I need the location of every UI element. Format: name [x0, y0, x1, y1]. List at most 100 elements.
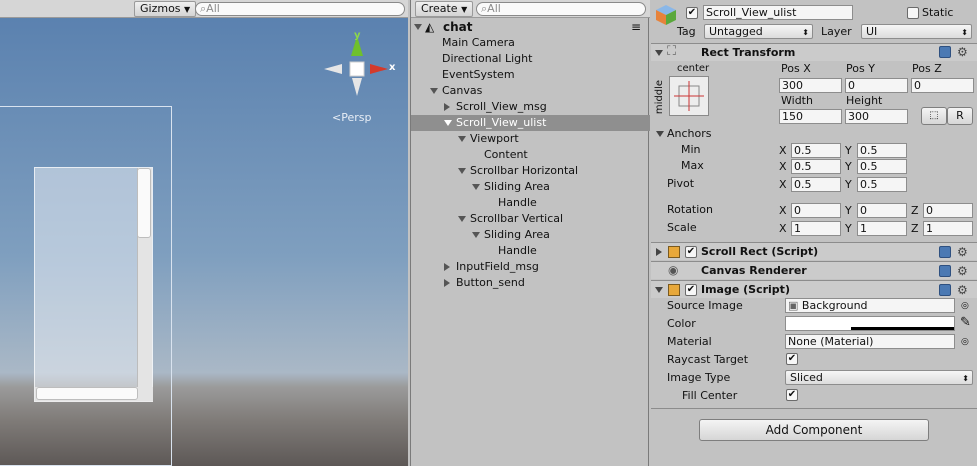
expanded-arrow-icon[interactable] [458, 216, 466, 222]
anchors-fold-icon[interactable] [656, 131, 664, 137]
raw-edit-button[interactable]: R [947, 107, 973, 125]
posy-field[interactable]: 0 [845, 78, 908, 93]
add-component-button[interactable]: Add Component [699, 419, 929, 441]
blueprint-mode-button[interactable]: ⬚ [921, 107, 947, 125]
rotation-y-field[interactable]: 0 [857, 203, 907, 218]
fill-center-checkbox[interactable]: ✔ [786, 389, 798, 401]
active-checkbox[interactable]: ✔ [686, 7, 698, 19]
expanded-arrow-icon[interactable] [430, 88, 438, 94]
expanded-arrow-icon[interactable] [458, 136, 466, 142]
hierarchy-item[interactable]: Sliding Area [411, 227, 650, 243]
source-image-field[interactable]: ▣ Background [785, 298, 955, 313]
gizmos-dropdown[interactable]: Gizmos ▼ [134, 1, 197, 17]
scroll-rect-header[interactable]: ✔ Scroll Rect (Script) ⚙ [651, 242, 977, 260]
chevron-down-icon: ▼ [461, 5, 468, 14]
hierarchy-item-label: EventSystem [442, 68, 515, 81]
image-enabled-checkbox[interactable]: ✔ [685, 284, 697, 296]
hierarchy-item[interactable]: Directional Light [411, 51, 650, 67]
axis-y-label: Y [845, 204, 852, 217]
scale-z-field[interactable]: 1 [923, 221, 973, 236]
scale-x-field[interactable]: 1 [791, 221, 841, 236]
help-icon[interactable] [939, 265, 951, 277]
color-label: Color [667, 317, 696, 330]
scene-menu-icon[interactable]: ≡ [631, 19, 641, 35]
posx-field[interactable]: 300 [779, 78, 842, 93]
anchor-max-x-field[interactable]: 0.5 [791, 159, 841, 174]
anchor-max-y-field[interactable]: 0.5 [857, 159, 907, 174]
height-label: Height [846, 94, 883, 107]
hierarchy-item[interactable]: Handle [411, 243, 650, 259]
expanded-arrow-icon[interactable] [472, 232, 480, 238]
help-icon[interactable] [939, 284, 951, 296]
hierarchy-item[interactable]: Button_send [411, 275, 650, 291]
expanded-arrow-icon[interactable] [458, 168, 466, 174]
expanded-arrow-icon[interactable] [444, 120, 452, 126]
gear-icon[interactable]: ⚙ [957, 246, 968, 258]
collapsed-arrow-icon[interactable] [444, 103, 450, 111]
eyedropper-icon[interactable]: ✎ [960, 316, 971, 330]
hierarchy-item[interactable]: Scroll_View_ulist [411, 115, 650, 131]
fold-arrow-icon[interactable] [655, 50, 663, 56]
gear-icon[interactable]: ⚙ [957, 46, 968, 58]
image-header[interactable]: ✔ Image (Script) ⚙ [651, 280, 977, 298]
height-field[interactable]: 300 [845, 109, 908, 124]
create-dropdown[interactable]: Create ▼ [415, 1, 474, 17]
horizontal-scroll-handle-preview[interactable] [36, 387, 138, 400]
anchor-min-y-field[interactable]: 0.5 [857, 143, 907, 158]
scene-root-row[interactable]: ◭ chat ≡ [411, 19, 650, 35]
expand-arrow-icon[interactable] [414, 24, 422, 30]
source-image-value: Background [801, 299, 868, 312]
hierarchy-item[interactable]: InputField_msg [411, 259, 650, 275]
hierarchy-search-input[interactable]: ⌕All [476, 2, 646, 16]
hierarchy-item[interactable]: Sliding Area [411, 179, 650, 195]
tag-dropdown[interactable]: Untagged ⬍ [704, 24, 813, 39]
raycast-target-checkbox[interactable]: ✔ [786, 353, 798, 365]
scale-y-field[interactable]: 1 [857, 221, 907, 236]
gear-icon[interactable]: ⚙ [957, 284, 968, 296]
vertical-scroll-handle-preview[interactable] [137, 168, 151, 238]
hierarchy-item[interactable]: Canvas [411, 83, 650, 99]
posz-field[interactable]: 0 [911, 78, 974, 93]
expanded-arrow-icon[interactable] [472, 184, 480, 190]
gear-icon[interactable]: ⚙ [957, 265, 968, 277]
width-field[interactable]: 150 [779, 109, 842, 124]
layer-dropdown[interactable]: UI ⬍ [861, 24, 972, 39]
fold-arrow-icon[interactable] [655, 287, 663, 293]
anchor-presets-button[interactable] [669, 76, 709, 116]
pivot-y-field[interactable]: 0.5 [857, 177, 907, 192]
hierarchy-item[interactable]: Scrollbar Horizontal [411, 163, 650, 179]
hierarchy-item[interactable]: Viewport [411, 131, 650, 147]
scene-search-input[interactable]: ⌕All [195, 2, 405, 16]
projection-toggle[interactable]: <Persp [332, 111, 371, 124]
scene-view[interactable]: Gizmos ▼ ⌕All y x <Persp [0, 0, 408, 466]
rotation-x-field[interactable]: 0 [791, 203, 841, 218]
anchor-min-x-field[interactable]: 0.5 [791, 143, 841, 158]
hierarchy-item[interactable]: Content [411, 147, 650, 163]
rect-transform-header[interactable]: ⛶ Rect Transform ⚙ [651, 43, 977, 61]
static-checkbox[interactable] [907, 7, 919, 19]
material-field[interactable]: None (Material) [785, 334, 955, 349]
help-icon[interactable] [939, 46, 951, 58]
collapsed-arrow-icon[interactable] [444, 279, 450, 287]
scroll-rect-enabled-checkbox[interactable]: ✔ [685, 246, 697, 258]
hierarchy-item[interactable]: EventSystem [411, 67, 650, 83]
hierarchy-item[interactable]: Handle [411, 195, 650, 211]
hierarchy-item[interactable]: Scrollbar Vertical [411, 211, 650, 227]
object-picker-icon[interactable]: ◎ [961, 299, 969, 313]
object-name-field[interactable]: Scroll_View_ulist [703, 5, 853, 20]
image-type-dropdown[interactable]: Sliced ⬍ [785, 370, 973, 385]
rotation-z-field[interactable]: 0 [923, 203, 973, 218]
object-picker-icon[interactable]: ◎ [961, 335, 969, 349]
pivot-x-field[interactable]: 0.5 [791, 177, 841, 192]
persp-label: Persp [341, 111, 372, 124]
collapsed-arrow-icon[interactable] [444, 263, 450, 271]
fold-arrow-icon[interactable] [656, 248, 662, 256]
hierarchy-item[interactable]: Main Camera [411, 35, 650, 51]
canvas-renderer-header[interactable]: ◉ Canvas Renderer ⚙ [651, 261, 977, 279]
scroll-view-preview[interactable] [34, 167, 153, 402]
hierarchy-item[interactable]: Scroll_View_msg [411, 99, 650, 115]
help-icon[interactable] [939, 246, 951, 258]
color-swatch[interactable] [785, 316, 955, 331]
width-label: Width [781, 94, 813, 107]
scene-orientation-gizmo[interactable]: y x [322, 30, 398, 100]
